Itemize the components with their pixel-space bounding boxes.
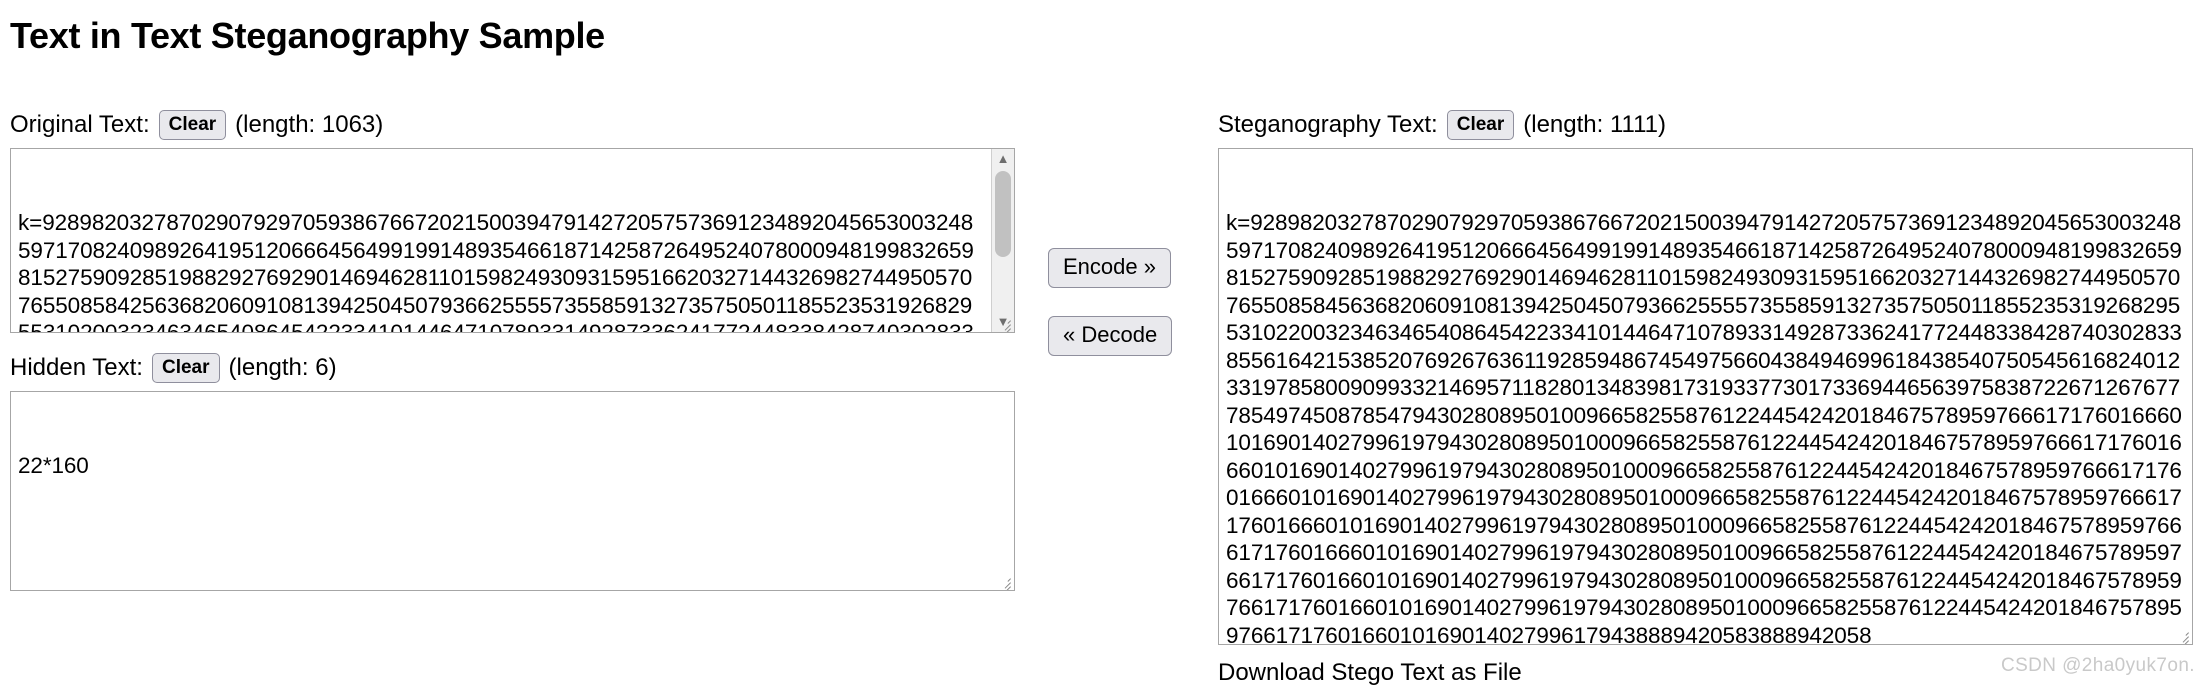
stego-text-label: Steganography Text: xyxy=(1218,111,1438,138)
scroll-up-icon[interactable]: ▲ xyxy=(992,149,1014,169)
original-text-scrollbar[interactable]: ▲ ▼ xyxy=(991,149,1014,332)
hidden-text-block: Hidden Text: Clear (length: 6) 22*160 xyxy=(10,353,1015,591)
hidden-text-label: Hidden Text: xyxy=(10,354,143,381)
encode-button[interactable]: Encode » xyxy=(1048,248,1171,288)
middle-column: Encode » « Decode xyxy=(1048,110,1208,356)
decode-button[interactable]: « Decode xyxy=(1048,316,1173,356)
app-root: Text in Text Steganography Sample Origin… xyxy=(0,14,2209,687)
hidden-text-header: Hidden Text: Clear (length: 6) xyxy=(10,353,1015,383)
original-text-length: (length: 1063) xyxy=(235,111,384,138)
decode-button-wrap: « Decode xyxy=(1048,316,1208,356)
scrollbar-thumb[interactable] xyxy=(995,171,1011,257)
clear-hidden-button[interactable]: Clear xyxy=(151,353,220,383)
clear-stego-button[interactable]: Clear xyxy=(1446,110,1515,140)
stego-text-value: k=92898203278702907929705938676672021500… xyxy=(1226,210,2182,645)
hidden-text-length: (length: 6) xyxy=(228,354,337,381)
download-stego-link[interactable]: Download Stego Text as File xyxy=(1218,659,1522,687)
action-buttons: Encode » « Decode xyxy=(1048,110,1208,356)
resize-grip-icon[interactable] xyxy=(2175,627,2191,644)
stego-text-length: (length: 1111) xyxy=(1523,111,1667,138)
csdn-watermark: CSDN @2ha0yuk7on. xyxy=(2000,655,2195,676)
original-text-label: Original Text: xyxy=(10,111,150,138)
original-text-textarea[interactable]: k=92898203278702907929705938676672021500… xyxy=(10,148,1015,333)
stego-text-header: Steganography Text: Clear (length: 1111) xyxy=(1218,110,2193,140)
encode-button-wrap: Encode » xyxy=(1048,248,1208,288)
stego-text-textarea[interactable]: k=92898203278702907929705938676672021500… xyxy=(1218,148,2193,645)
left-column: Original Text: Clear (length: 1063) k=92… xyxy=(10,110,1015,591)
clear-original-button[interactable]: Clear xyxy=(158,110,227,140)
page-title: Text in Text Steganography Sample xyxy=(10,15,605,56)
hidden-text-value: 22*160 xyxy=(18,453,89,478)
original-text-header: Original Text: Clear (length: 1063) xyxy=(10,110,1015,140)
original-text-block: Original Text: Clear (length: 1063) k=92… xyxy=(10,110,1015,333)
original-text-value: k=92898203278702907929705938676672021500… xyxy=(18,210,974,333)
resize-grip-icon[interactable] xyxy=(997,315,1013,332)
hidden-text-textarea[interactable]: 22*160 xyxy=(10,391,1015,591)
right-column: Steganography Text: Clear (length: 1111)… xyxy=(1218,110,2193,687)
resize-grip-icon[interactable] xyxy=(997,573,1013,590)
